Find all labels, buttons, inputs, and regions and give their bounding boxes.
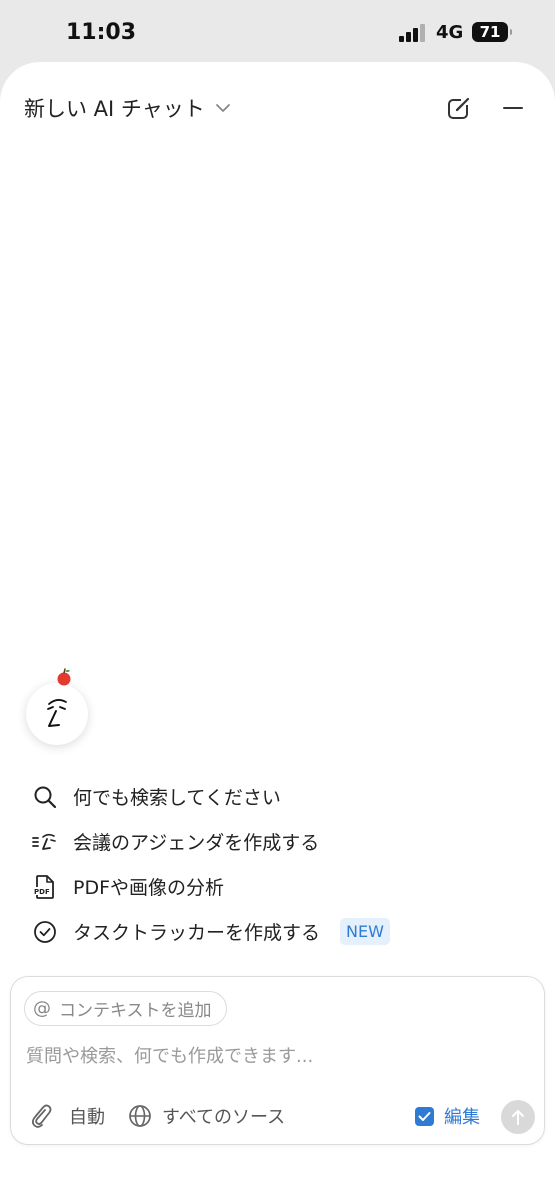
paperclip-icon: [31, 1104, 52, 1128]
ai-face-icon: [47, 699, 67, 727]
edit-checkbox[interactable]: [415, 1106, 434, 1126]
notion-ai-avatar: [26, 668, 88, 745]
status-time: 11:03: [66, 20, 137, 45]
suggestion-label: PDFや画像の分析: [73, 877, 225, 899]
ai-chat-sheet: 新しい AI チャット 何でも検索してください 会議のアジェンダを作成する PD…: [0, 62, 555, 1200]
new-badge: NEW: [340, 918, 390, 945]
suggestion-label: 何でも検索してください: [73, 787, 281, 809]
network-type: 4G: [436, 22, 464, 43]
suggestion-list: 何でも検索してください 会議のアジェンダを作成する PDF PDFや画像の分析: [32, 774, 532, 954]
edit-toggle[interactable]: 編集: [415, 1103, 480, 1129]
edit-label: 編集: [444, 1107, 480, 1128]
add-context-label: コンテキストを追加: [59, 1001, 212, 1021]
chat-title-dropdown[interactable]: 新しい AI チャット: [24, 92, 231, 124]
suggestion-task-tracker[interactable]: タスクトラッカーを作成する NEW: [32, 909, 532, 954]
mode-selector[interactable]: 自動: [69, 1103, 105, 1129]
sources-selector[interactable]: すべてのソース: [128, 1103, 285, 1129]
suggestion-pdf[interactable]: PDF PDFや画像の分析: [32, 864, 532, 909]
minimize-icon[interactable]: [500, 95, 526, 121]
checkmark-icon: [418, 1111, 431, 1121]
chevron-down-icon: [215, 104, 230, 112]
suggestion-label: 会議のアジェンダを作成する: [73, 832, 320, 854]
suggestion-search[interactable]: 何でも検索してください: [32, 774, 532, 819]
suggestion-agenda[interactable]: 会議のアジェンダを作成する: [32, 819, 532, 864]
mode-label: 自動: [69, 1107, 105, 1128]
sources-label: すべてのソース: [162, 1107, 286, 1128]
composer-toolbar: 自動 すべてのソース 編集: [11, 1097, 546, 1137]
status-bar: 11:03 4G 71: [0, 0, 555, 62]
at-icon: @: [33, 998, 51, 1019]
arrow-up-icon: [512, 1110, 524, 1125]
chat-input[interactable]: [26, 1039, 526, 1073]
chat-composer: @ コンテキストを追加 自動 すべてのソース: [10, 976, 545, 1145]
check-circle-icon: [34, 920, 56, 943]
search-icon: [34, 786, 57, 808]
apple-icon: [57, 668, 71, 686]
new-chat-compose-icon[interactable]: [446, 95, 472, 121]
pdf-icon: PDF: [33, 874, 54, 899]
svg-text:PDF: PDF: [34, 888, 50, 896]
battery-indicator: 71: [472, 22, 512, 42]
add-context-button[interactable]: @ コンテキストを追加: [24, 991, 227, 1026]
attach-button[interactable]: [29, 1103, 53, 1129]
globe-icon: [129, 1105, 151, 1127]
suggestion-label: タスクトラッカーを作成する: [73, 922, 321, 944]
send-button[interactable]: [501, 1100, 535, 1134]
cellular-signal-icon: [399, 24, 425, 42]
chat-title: 新しい AI チャット: [24, 97, 205, 121]
agenda-icon: [32, 833, 56, 850]
